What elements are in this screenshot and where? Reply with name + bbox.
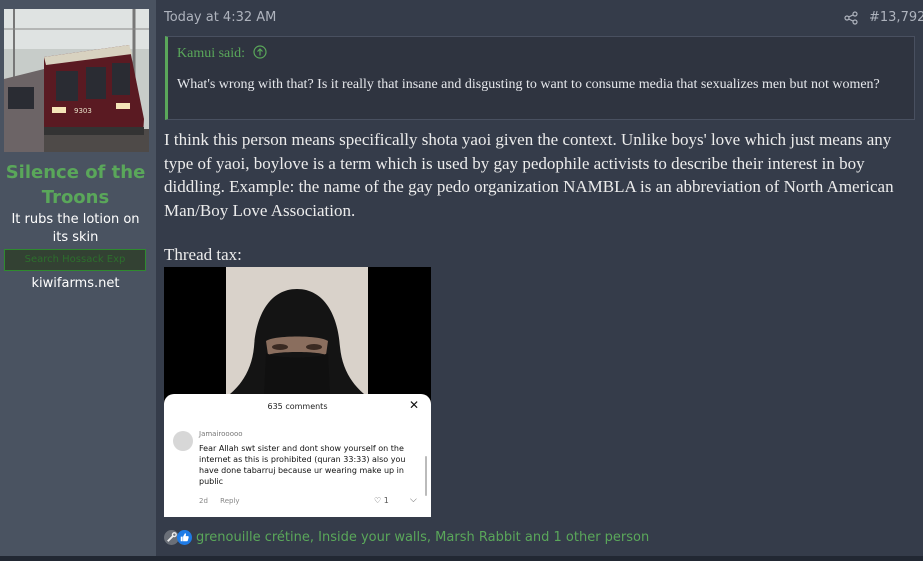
- niqab-image: [226, 267, 368, 394]
- arrow-up-circle-icon[interactable]: [252, 45, 267, 59]
- comments-card: 635 comments ✕ Jamairooooo Fear Allah sw…: [164, 394, 431, 517]
- reactions-bar[interactable]: grenouille crétine, Inside your walls, M…: [164, 530, 649, 545]
- heart-icon: ♡: [374, 496, 382, 505]
- train-avatar-image: 9303: [4, 9, 149, 152]
- username[interactable]: Silence of the Troons: [0, 160, 151, 210]
- comment-like-count: 1: [383, 496, 389, 505]
- comment-age: 2d: [199, 497, 208, 505]
- quote-author[interactable]: Kamui said:: [177, 46, 245, 61]
- close-icon: ✕: [408, 398, 419, 412]
- commenter-avatar: [173, 431, 193, 451]
- share-icon[interactable]: [844, 11, 858, 25]
- quote-block: Kamui said: What's wrong with that? Is i…: [165, 36, 915, 120]
- post-divider: [0, 556, 923, 561]
- attachment-image[interactable]: 635 comments ✕ Jamairooooo Fear Allah sw…: [164, 267, 431, 517]
- train-number: 9303: [74, 107, 92, 115]
- niqab-photo: [226, 267, 368, 394]
- post-number[interactable]: #13,792: [869, 10, 923, 25]
- post-body: I think this person means specifically s…: [164, 130, 894, 220]
- card-scrollbar: [425, 456, 427, 496]
- quote-author-line[interactable]: Kamui said:: [177, 45, 267, 62]
- comment-like: ♡ 1: [374, 496, 389, 505]
- post-content: Today at 4:32 AM #13,792 Kamui said: Wha…: [156, 0, 923, 556]
- dislike-icon: ⌵: [410, 495, 417, 505]
- post-timestamp[interactable]: Today at 4:32 AM: [164, 10, 276, 25]
- thumbs-up-icon: [177, 530, 192, 545]
- comment-text: Fear Allah swt sister and dont show your…: [199, 444, 406, 486]
- user-avatar[interactable]: 9303: [4, 9, 149, 152]
- comments-title: 635 comments: [267, 402, 328, 411]
- user-badge: Search Hossack Exp: [4, 249, 146, 271]
- quote-text: What's wrong with that? Is it really tha…: [177, 77, 880, 92]
- reactions-text[interactable]: grenouille crétine, Inside your walls, M…: [196, 530, 649, 545]
- user-site: kiwifarms.net: [31, 276, 120, 291]
- user-title: It rubs the lotion on its skin: [11, 212, 140, 245]
- commenter-name: Jamairooooo: [199, 430, 243, 438]
- comment-reply: Reply: [220, 497, 240, 505]
- thread-tax-label: Thread tax:: [164, 245, 242, 264]
- user-sidebar: 9303 Silence of the Troons It rubs the l…: [0, 0, 156, 561]
- comment-meta: 2d Reply: [199, 497, 250, 505]
